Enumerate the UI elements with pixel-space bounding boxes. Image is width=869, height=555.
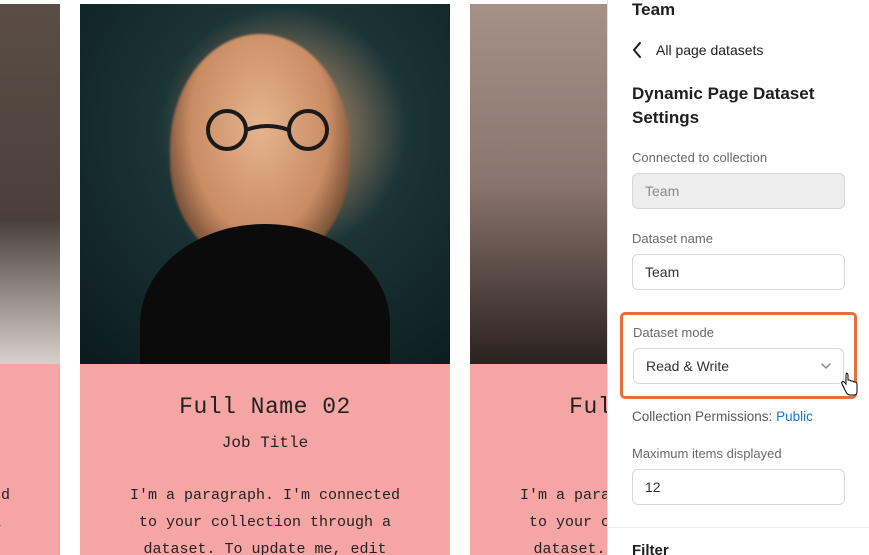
team-card[interactable]: Full Name 03 Job Title I'm a paragraph. … (470, 4, 607, 555)
chevron-down-icon (821, 361, 831, 371)
connected-collection-value: Team (632, 173, 845, 209)
card-image (0, 4, 60, 364)
select-value: Read & Write (646, 358, 729, 374)
field-label: Dataset mode (633, 325, 844, 340)
cursor-hand-icon (838, 372, 860, 396)
back-label: All page datasets (656, 42, 763, 58)
panel-title: Team (632, 0, 845, 20)
chevron-left-icon (632, 42, 642, 58)
connected-collection-field: Connected to collection Team (632, 150, 845, 209)
card-title: Full Name 01 (0, 394, 42, 420)
card-caption: Full Name 02 Job Title I'm a paragraph. … (80, 364, 450, 555)
collection-permissions-line: Collection Permissions: Public (632, 409, 845, 424)
team-card[interactable]: Full Name 01 Job Title I'm a paragraph. … (0, 4, 60, 555)
card-caption: Full Name 03 Job Title I'm a paragraph. … (470, 364, 607, 555)
card-image (80, 4, 450, 364)
field-label: Connected to collection (632, 150, 845, 165)
dataset-mode-select[interactable]: Read & Write (633, 348, 844, 384)
card-subtitle: Job Title (488, 434, 607, 452)
cards-row: Full Name 01 Job Title I'm a paragraph. … (0, 4, 607, 555)
team-card[interactable]: Full Name 02 Job Title I'm a paragraph. … (80, 4, 450, 555)
card-body: I'm a paragraph. I'm connected to your c… (0, 482, 42, 555)
section-heading: Dynamic Page Dataset Settings (632, 82, 845, 130)
field-label: Maximum items displayed (632, 446, 845, 461)
max-items-field: Maximum items displayed (632, 446, 845, 505)
editor-canvas: Full Name 01 Job Title I'm a paragraph. … (0, 0, 607, 555)
card-subtitle: Job Title (98, 434, 432, 452)
dataset-mode-highlight: Dataset mode Read & Write (620, 312, 857, 399)
divider (608, 527, 869, 528)
card-body: I'm a paragraph. I'm connected to your c… (98, 482, 432, 555)
filter-heading: Filter (632, 542, 845, 555)
card-caption: Full Name 01 Job Title I'm a paragraph. … (0, 364, 60, 555)
glasses-icon (195, 109, 340, 151)
card-body: I'm a paragraph. I'm connected to your c… (488, 482, 607, 555)
back-to-all-datasets[interactable]: All page datasets (632, 20, 845, 78)
card-title: Full Name 03 (488, 394, 607, 420)
permissions-value-link[interactable]: Public (776, 409, 813, 424)
dataset-settings-panel: Team All page datasets Dynamic Page Data… (607, 0, 869, 555)
card-subtitle: Job Title (0, 434, 42, 452)
dataset-mode-field: Dataset mode Read & Write (633, 325, 844, 384)
card-image (470, 4, 607, 364)
dataset-name-input[interactable] (632, 254, 845, 290)
dataset-name-field: Dataset name (632, 231, 845, 290)
field-label: Dataset name (632, 231, 845, 246)
max-items-input[interactable] (632, 469, 845, 505)
permissions-prefix: Collection Permissions: (632, 409, 776, 424)
card-title: Full Name 02 (98, 394, 432, 420)
